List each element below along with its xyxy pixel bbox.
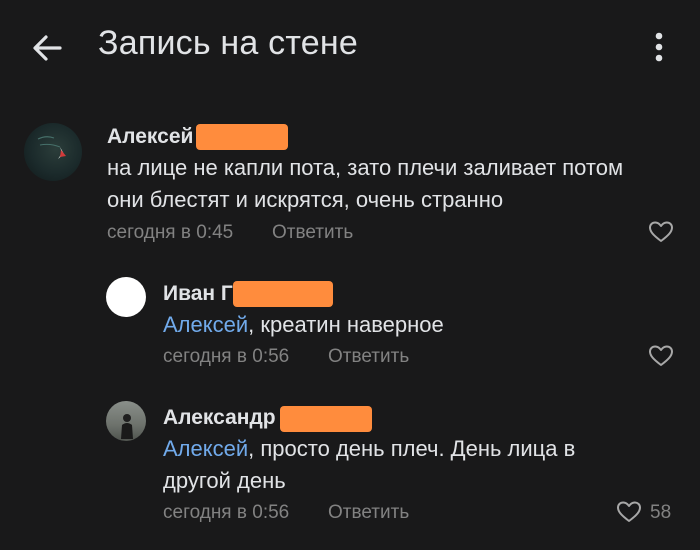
heart-icon[interactable] bbox=[648, 344, 674, 368]
top-bar: Запись на стене bbox=[0, 0, 700, 95]
comment-text: Алексей, просто день плеч. День лица в д… bbox=[163, 433, 643, 497]
page-title: Запись на стене bbox=[98, 24, 358, 62]
comment-text: на лице не капли пота, зато плечи залива… bbox=[107, 155, 624, 212]
reply-button[interactable]: Ответить bbox=[328, 346, 409, 368]
mention-link[interactable]: Алексей bbox=[163, 312, 248, 337]
comment-time: сегодня в 0:56 bbox=[163, 502, 290, 523]
reply-button[interactable]: Ответить bbox=[272, 222, 353, 244]
comment-author[interactable]: Александр bbox=[163, 406, 276, 430]
comment-author[interactable]: Иван Г bbox=[163, 282, 233, 306]
reply-button[interactable]: Ответить bbox=[328, 502, 409, 524]
comment-time: сегодня в 0:56 bbox=[163, 346, 290, 367]
avatar-image bbox=[121, 414, 133, 439]
back-arrow-icon[interactable] bbox=[28, 28, 68, 68]
avatar-image bbox=[37, 136, 66, 159]
comment-text-body: , креатин наверное bbox=[248, 312, 444, 337]
redaction-mark bbox=[280, 406, 372, 432]
avatar[interactable] bbox=[106, 401, 146, 441]
more-vertical-icon[interactable] bbox=[645, 28, 673, 68]
mention-link[interactable]: Алексей bbox=[163, 436, 248, 461]
heart-icon[interactable] bbox=[648, 220, 674, 244]
like-count: 58 bbox=[650, 502, 672, 523]
heart-icon[interactable] bbox=[616, 500, 642, 524]
avatar[interactable] bbox=[106, 277, 146, 317]
redaction-mark bbox=[196, 124, 288, 150]
comment-author[interactable]: Алексей bbox=[107, 125, 193, 149]
comment-time: сегодня в 0:45 bbox=[107, 222, 234, 243]
avatar[interactable] bbox=[24, 123, 82, 181]
comment-text: Алексей, креатин наверное bbox=[163, 309, 643, 341]
redaction-mark bbox=[233, 281, 333, 307]
